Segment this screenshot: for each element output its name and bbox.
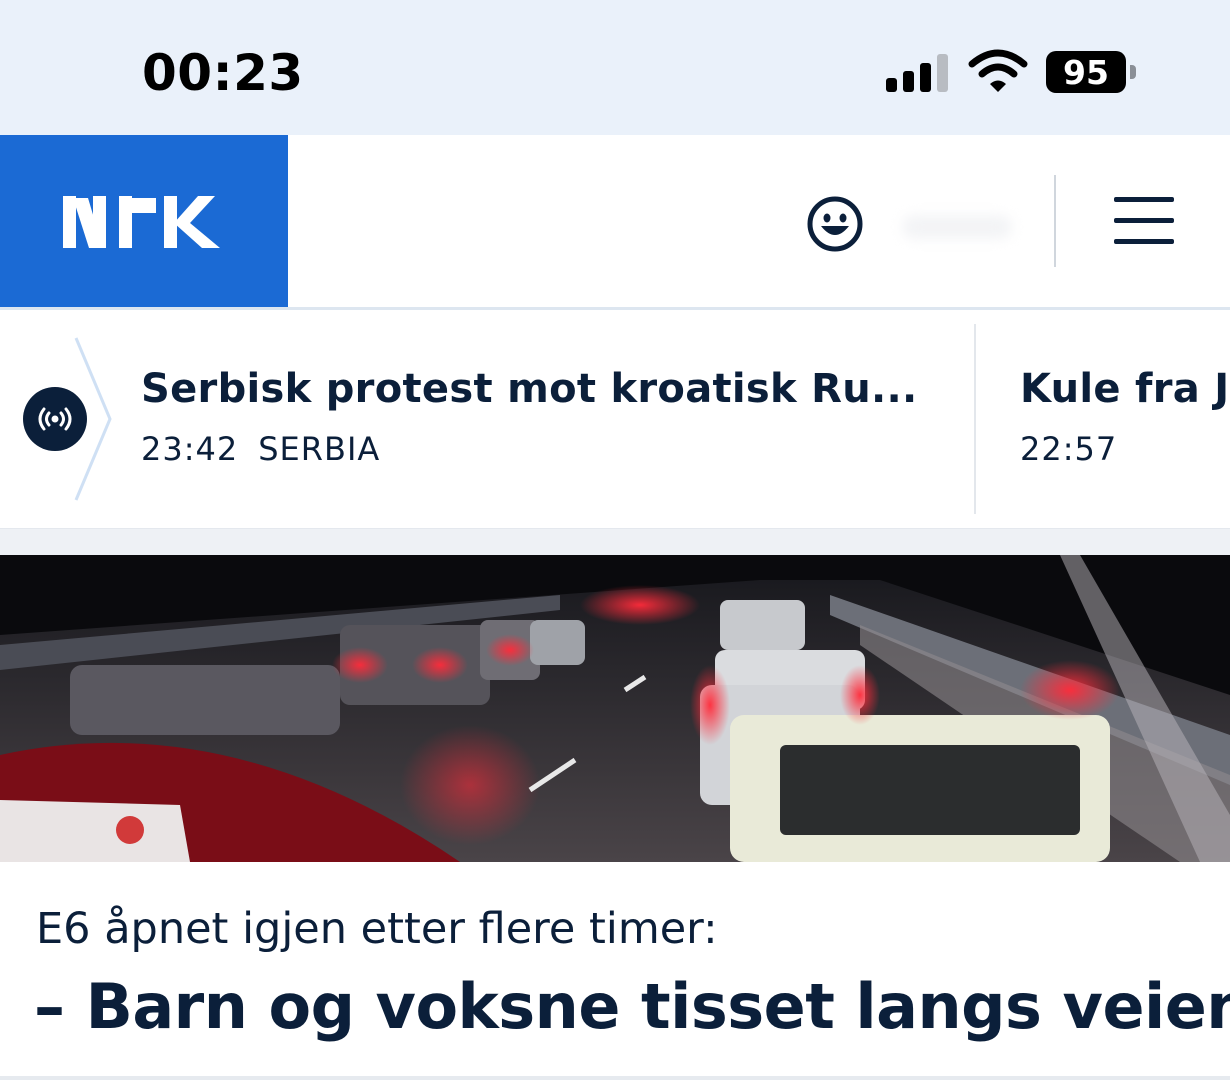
smiley-icon[interactable] xyxy=(806,195,864,253)
section-gap xyxy=(0,529,1230,555)
battery-icon: 95 xyxy=(1046,51,1138,93)
live-broadcast-icon xyxy=(23,387,87,451)
battery-level: 95 xyxy=(1046,51,1126,93)
header-divider xyxy=(1054,175,1056,267)
nrk-logo-mark xyxy=(63,196,220,248)
ticker-item-category: SERBIA xyxy=(258,430,381,468)
ticker-item-title: Serbisk protest mot kroatisk Ru... xyxy=(141,366,918,412)
app-header xyxy=(0,135,1230,310)
article-teaser[interactable]: E6 åpnet igjen etter flere timer: – Barn… xyxy=(0,862,1230,1080)
live-ticker: Serbisk protest mot kroatisk Ru... 23:42… xyxy=(0,310,1230,529)
battery-cap xyxy=(1130,65,1136,79)
article-kicker: E6 åpnet igjen etter flere timer: xyxy=(36,904,718,954)
ticker-item-title: Kule fra Jo xyxy=(1020,366,1230,412)
article-headline[interactable]: – Barn og voksne tisset langs veien xyxy=(34,970,1230,1043)
traffic-jam-photo xyxy=(0,555,1230,862)
ticker-item-time: 23:42 xyxy=(141,430,239,468)
status-bar: 00:23 95 xyxy=(0,0,1230,135)
article-image[interactable] xyxy=(0,555,1230,862)
menu-icon[interactable] xyxy=(1114,197,1174,247)
article-divider xyxy=(0,1076,1230,1080)
nrk-logo[interactable] xyxy=(0,135,288,307)
wifi-icon xyxy=(968,49,1028,92)
status-time: 00:23 xyxy=(142,44,304,102)
ticker-item[interactable]: Serbisk protest mot kroatisk Ru... 23:42… xyxy=(141,366,918,468)
ticker-divider xyxy=(974,324,976,514)
ticker-item-time: 22:57 xyxy=(1020,430,1118,468)
ticker-item-meta: 23:42 SERBIA xyxy=(141,430,918,468)
ticker-item-meta: 22:57 xyxy=(1020,430,1230,468)
ticker-item[interactable]: Kule fra Jo 22:57 xyxy=(1020,366,1230,468)
user-name-redacted[interactable] xyxy=(902,215,1012,239)
cellular-signal-icon xyxy=(886,54,948,92)
